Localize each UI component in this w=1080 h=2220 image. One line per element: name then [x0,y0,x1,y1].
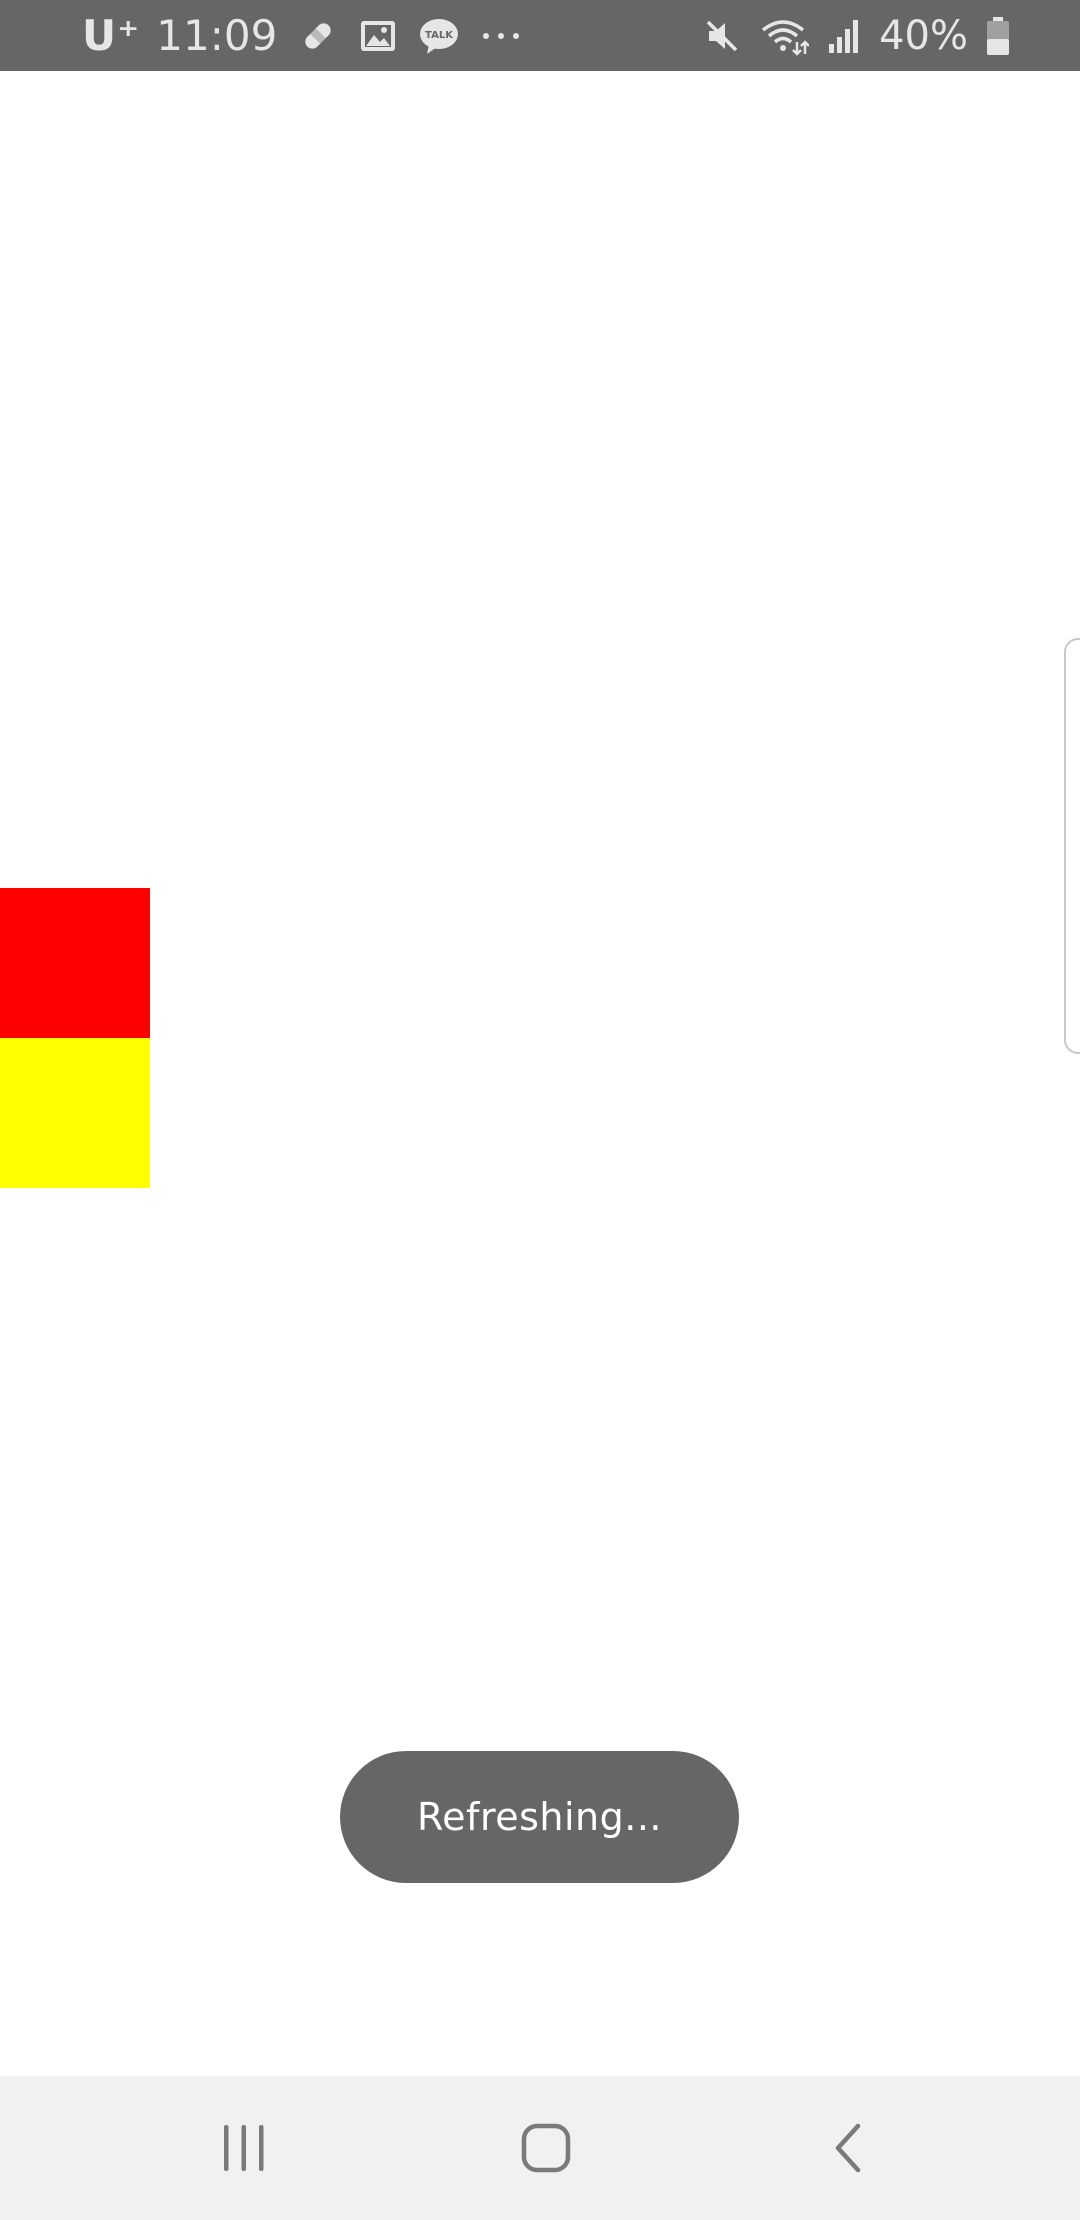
wifi-icon [759,16,810,56]
edge-panel-handle[interactable] [1064,638,1080,1054]
home-icon [520,2122,572,2174]
status-right: 40% [703,0,1010,71]
signal-icon [827,18,861,54]
battery-icon [986,16,1010,56]
refresh-toast: Refreshing... [340,1751,739,1883]
gallery-icon [359,18,397,54]
screen: U⁺ 11:09 TALK 40% Refreshing... [0,0,1080,2220]
carrier-label: U⁺ [82,11,141,60]
home-button[interactable] [466,2076,626,2220]
more-dots-icon [481,31,521,41]
red-block [0,888,150,1038]
clock: 11:09 [156,11,278,60]
recents-icon [220,2123,268,2173]
talk-badge-text: TALK [425,30,454,41]
back-button[interactable] [768,2076,928,2220]
battery-percent: 40% [879,12,968,59]
mute-icon [703,17,741,55]
recents-button[interactable] [164,2076,324,2220]
status-bar: U⁺ 11:09 TALK 40% [0,0,1080,71]
back-icon [830,2122,866,2174]
talk-icon: TALK [419,17,459,55]
navigation-bar [0,2076,1080,2220]
toast-message: Refreshing... [416,1795,662,1839]
yellow-block [0,1038,150,1188]
bandage-icon [299,17,337,55]
status-left: U⁺ 11:09 TALK [82,0,521,71]
